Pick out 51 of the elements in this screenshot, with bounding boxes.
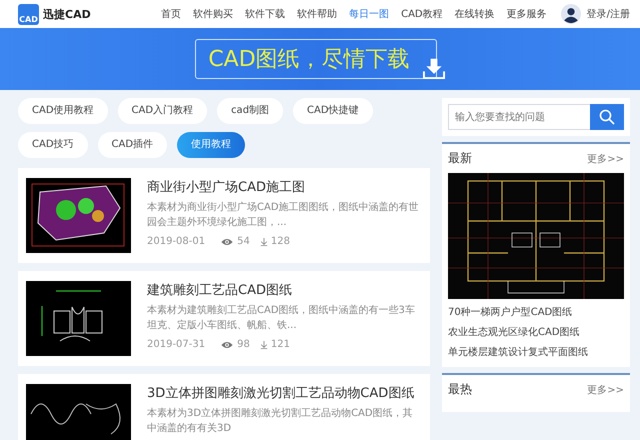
nav-link[interactable]: 软件购买 — [193, 7, 234, 21]
drawing-link[interactable]: 70种一梯两户户型CAD图纸 — [448, 305, 624, 319]
nav-link[interactable]: 首页 — [161, 7, 182, 21]
article-description: 本素材为3D立体拼图雕刻激光切割工艺品动物CAD图纸，其中涵盖的有有关3D — [147, 406, 414, 436]
more-link[interactable]: 更多>> — [587, 152, 624, 166]
login-link[interactable]: 登录/注册 — [586, 7, 630, 21]
download-count: 121 — [270, 339, 290, 350]
nav-link[interactable]: 更多服务 — [506, 7, 547, 21]
floor-plan-drawing[interactable] — [448, 173, 624, 299]
article-description: 本素材为建筑雕刻工艺品CAD图纸，图纸中涵盖的有一些3车坦克、定版小车图纸、帆船、铁... — [147, 304, 416, 333]
tag-button[interactable]: CAD使用教程 — [18, 98, 108, 124]
view-count: 98 — [237, 339, 250, 350]
tag-button[interactable]: cad制图 — [217, 98, 284, 124]
panel-title: 最热 — [448, 381, 472, 398]
nav-link[interactable]: 软件下载 — [245, 7, 286, 21]
view-count: 54 — [237, 236, 250, 247]
article-date: 2019-07-31 — [147, 339, 206, 350]
article-date: 2019-08-01 — [147, 236, 206, 247]
eye-icon — [221, 238, 234, 246]
download-icon — [260, 238, 268, 246]
tag-button[interactable]: CAD技巧 — [18, 132, 88, 158]
logo[interactable]: CAD — [18, 4, 39, 24]
search-icon — [599, 109, 615, 125]
download-icon — [260, 340, 268, 348]
nav-link[interactable]: 每日一图 — [349, 7, 390, 21]
panel-title: 最新 — [448, 150, 472, 167]
download-icon — [422, 57, 445, 79]
nav-link[interactable]: 软件帮助 — [297, 7, 338, 21]
search-field[interactable]: 输入您要查找的问题 — [448, 104, 590, 130]
banner-title: CAD图纸，尽情下载 — [195, 39, 437, 79]
drawing-link[interactable]: 农业生态观光区绿化CAD图纸 — [448, 325, 624, 339]
nav-link[interactable]: CAD教程 — [401, 7, 443, 21]
tag-button[interactable]: CAD插件 — [98, 132, 168, 158]
article-title[interactable]: 建筑雕刻工艺品CAD图纸 — [147, 281, 422, 299]
cad-drawing-thumbnail[interactable] — [26, 178, 131, 253]
tag-button[interactable]: CAD快捷键 — [293, 98, 373, 124]
more-link[interactable]: 更多>> — [587, 382, 624, 396]
cad-drawing-thumbnail[interactable] — [26, 281, 131, 356]
search-button[interactable] — [590, 104, 624, 130]
brand-name: 迅捷CAD — [43, 6, 91, 22]
tag-button[interactable]: 使用教程 — [177, 132, 246, 158]
cad-drawing-thumbnail[interactable] — [26, 384, 131, 440]
eye-icon — [221, 340, 234, 348]
article-title[interactable]: 商业街小型广场CAD施工图 — [147, 178, 422, 196]
tag-button[interactable]: CAD入门教程 — [118, 98, 208, 124]
avatar-icon[interactable] — [560, 4, 581, 24]
nav-link[interactable]: 在线转换 — [454, 7, 495, 21]
download-count: 128 — [270, 236, 290, 247]
drawing-link[interactable]: 单元楼层建筑设计复式平面图纸 — [448, 345, 624, 359]
article-title[interactable]: 3D立体拼图雕刻激光切割工艺品动物CAD图纸 — [147, 384, 422, 402]
article-description: 本素材为商业街小型广场CAD施工图图纸，图纸中涵盖的有世园会主题外环境绿化施工图，... — [147, 200, 420, 230]
